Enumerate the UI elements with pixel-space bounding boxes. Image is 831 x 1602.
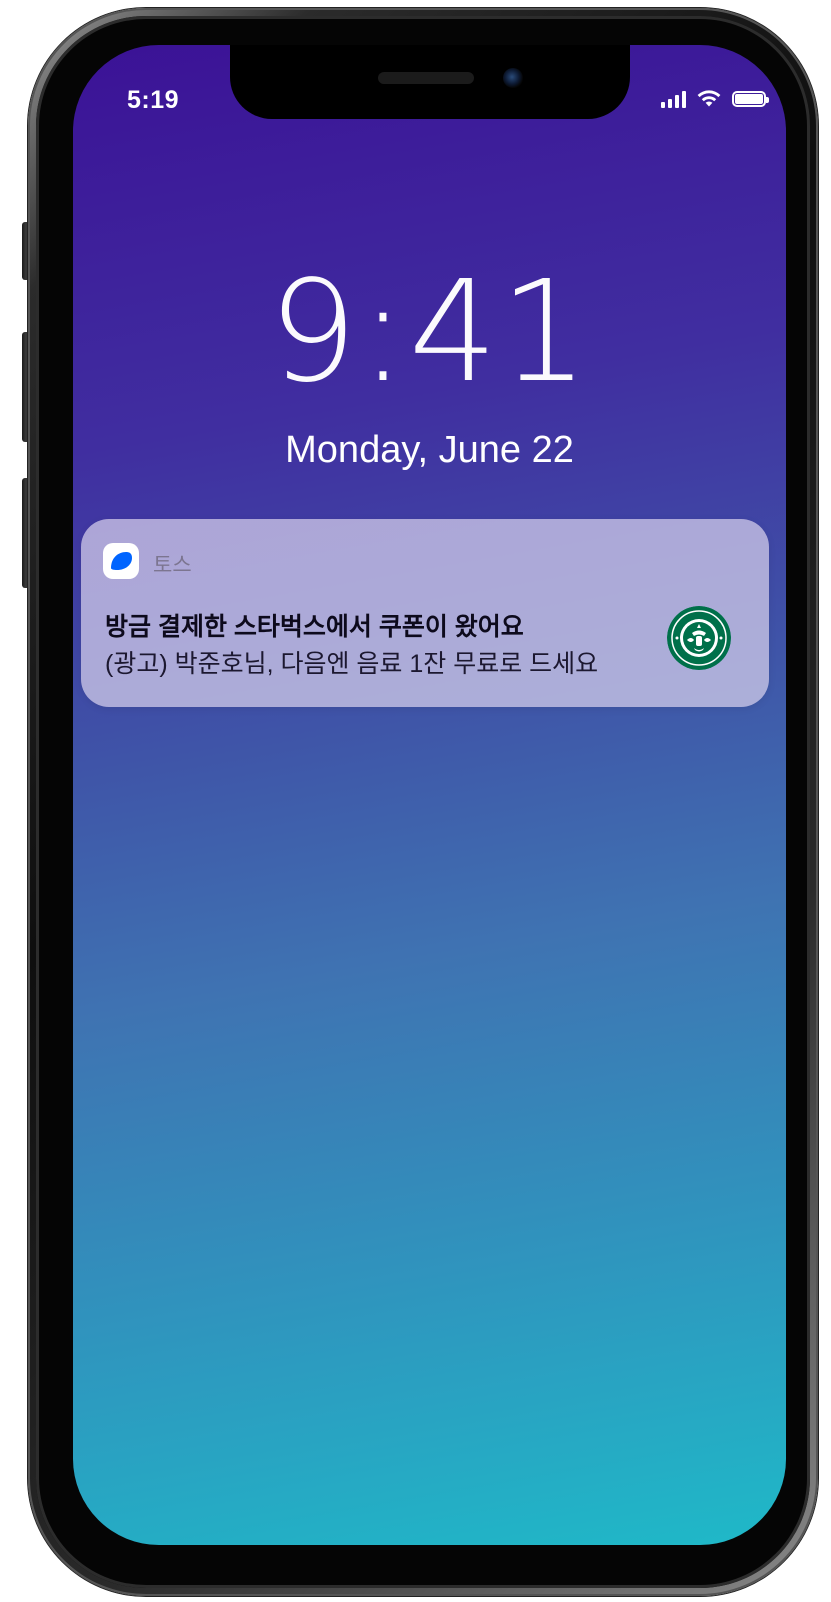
phone-mockup: 5:19 9:41 Monday, June 22 토스 방금 결제한 스타벅스… [0, 0, 831, 1602]
wifi-icon [697, 90, 721, 107]
notification-body: (광고) 박준호님, 다음엔 음료 1잔 무료로 드세요 [105, 650, 599, 678]
toss-app-icon [103, 543, 139, 579]
status-bar-time: 5:19 [127, 86, 180, 114]
notification-title: 방금 결제한 스타벅스에서 쿠폰이 왔어요 [105, 613, 524, 641]
earpiece-speaker [378, 72, 474, 84]
battery-icon [732, 90, 769, 107]
notch [230, 45, 630, 119]
toss-logo-icon [111, 552, 132, 570]
status-bar-icons [661, 89, 769, 108]
notification-app-name: 토스 [153, 554, 192, 577]
starbucks-logo-icon [667, 606, 731, 670]
lock-screen: 5:19 9:41 Monday, June 22 토스 방금 결제한 스타벅스… [73, 45, 786, 1545]
lock-screen-date: Monday, June 22 [285, 429, 574, 471]
front-camera [503, 68, 523, 88]
push-notification[interactable]: 토스 방금 결제한 스타벅스에서 쿠폰이 왔어요 (광고) 박준호님, 다음엔 … [81, 519, 769, 707]
battery-level [735, 93, 763, 104]
cellular-signal-icon [661, 90, 686, 108]
lock-screen-time: 9:41 [268, 251, 591, 414]
